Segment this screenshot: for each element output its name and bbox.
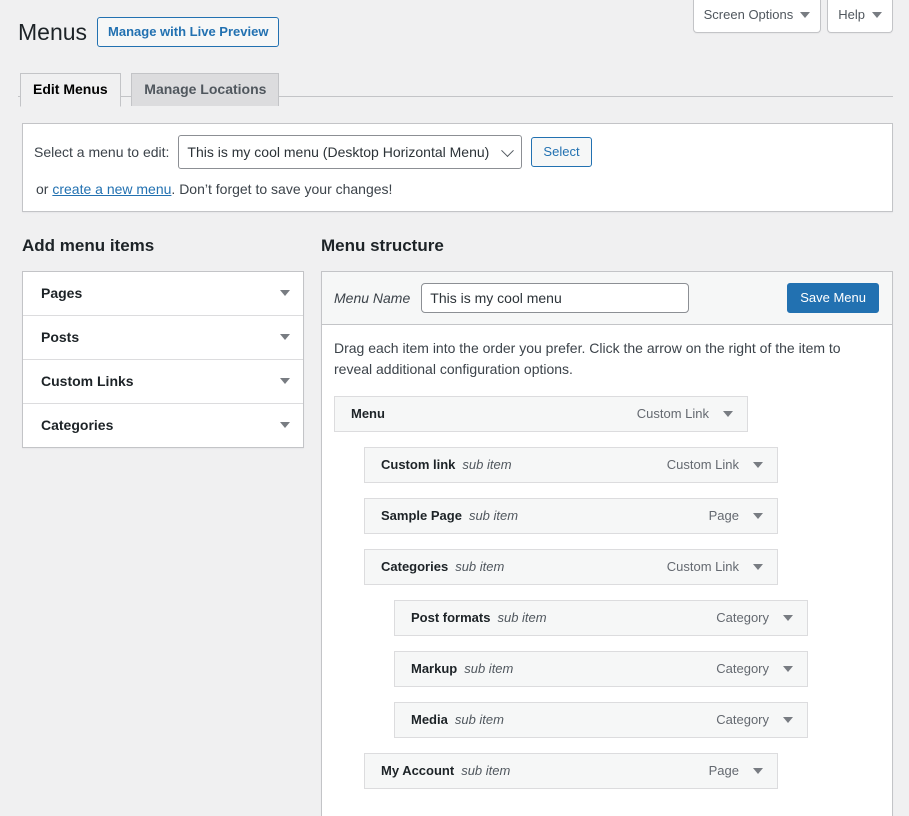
menu-item-title: Media: [411, 712, 448, 727]
menu-item-row[interactable]: Sample Page sub item Page: [364, 498, 778, 534]
menu-item-type: Page: [709, 508, 739, 523]
accordion-toggle-custom-links[interactable]: Custom Links: [23, 360, 303, 403]
menu-structure-column: Menu structure Menu Name Save Menu Drag …: [321, 234, 893, 816]
screen-options-button[interactable]: Screen Options: [693, 0, 822, 33]
select-menu-label: Select a menu to edit:: [34, 144, 169, 160]
chevron-down-icon: [753, 768, 763, 774]
menu-structure-panel: Menu Name Save Menu Drag each item into …: [321, 271, 893, 816]
menu-structure-header: Menu Name Save Menu: [322, 272, 892, 325]
menu-item-title: Markup: [411, 661, 457, 676]
chevron-down-icon: [783, 717, 793, 723]
chevron-down-icon: [753, 513, 763, 519]
accordion-label-pages: Pages: [41, 285, 82, 301]
menu-item-type: Custom Link: [637, 406, 709, 421]
nav-tab-wrapper: Edit Menus Manage Locations: [18, 63, 893, 97]
chevron-down-icon: [280, 378, 290, 384]
menu-item-expand-toggle[interactable]: [769, 601, 807, 635]
menu-item-expand-toggle[interactable]: [769, 652, 807, 686]
menu-item-title: Menu: [351, 406, 385, 421]
menu-name-input[interactable]: [421, 283, 689, 313]
menu-item-sub-label: sub item: [462, 457, 511, 472]
accordion-item-categories: Categories: [23, 404, 303, 447]
menu-item-type: Category: [716, 712, 769, 727]
menu-select-wrapper: This is my cool menu (Desktop Horizontal…: [178, 135, 522, 169]
chevron-down-icon: [753, 564, 763, 570]
menu-select-row: Select a menu to edit: This is my cool m…: [34, 135, 878, 169]
add-menu-items-column: Add menu items Pages Posts Custom Links: [22, 234, 304, 448]
drag-instructions: Drag each item into the order you prefer…: [334, 338, 854, 380]
menu-item-type: Custom Link: [667, 559, 739, 574]
menu-structure-body: Drag each item into the order you prefer…: [322, 325, 892, 816]
menu-item-row[interactable]: Media sub item Category: [394, 702, 808, 738]
accordion-toggle-categories[interactable]: Categories: [23, 404, 303, 447]
menu-item-sub-label: sub item: [464, 661, 513, 676]
menu-items-list: MenuCustom LinkCustom linksub itemCustom…: [334, 396, 878, 814]
menu-item-expand-toggle[interactable]: [739, 499, 777, 533]
manage-with-live-preview-button[interactable]: Manage with Live Preview: [97, 17, 279, 47]
menu-item-expand-toggle[interactable]: [709, 397, 747, 431]
accordion-label-categories: Categories: [41, 417, 113, 433]
add-menu-items-heading: Add menu items: [22, 234, 304, 258]
chevron-down-icon: [280, 334, 290, 340]
tab-manage-locations[interactable]: Manage Locations: [131, 73, 279, 107]
chevron-down-icon: [753, 462, 763, 468]
menu-item-type: Category: [716, 610, 769, 625]
menu-select-panel: Select a menu to edit: This is my cool m…: [22, 123, 893, 212]
menu-item-expand-toggle[interactable]: [739, 448, 777, 482]
chevron-down-icon: [800, 12, 810, 18]
page-title: Menus: [18, 9, 87, 52]
chevron-down-icon: [280, 422, 290, 428]
select-button[interactable]: Select: [531, 137, 591, 167]
menu-item-sub-label: sub item: [455, 559, 504, 574]
create-menu-hint: or create a new menu. Don’t forget to sa…: [36, 181, 878, 197]
menu-item-title: Categories: [381, 559, 448, 574]
menu-item-row[interactable]: Categories sub item Custom Link: [364, 549, 778, 585]
menu-item-row[interactable]: Menu Custom Link: [334, 396, 748, 432]
chevron-down-icon: [280, 290, 290, 296]
save-menu-button[interactable]: Save Menu: [787, 283, 879, 313]
create-a-new-menu-link[interactable]: create a new menu: [52, 181, 171, 197]
menu-item-row[interactable]: Markup sub item Category: [394, 651, 808, 687]
screen-options-label: Screen Options: [704, 5, 794, 26]
add-menu-items-accordion: Pages Posts Custom Links Categories: [22, 271, 304, 448]
tab-edit-menus[interactable]: Edit Menus: [20, 73, 121, 108]
menus-columns: Add menu items Pages Posts Custom Links: [22, 234, 893, 816]
menu-structure-heading: Menu structure: [321, 234, 893, 258]
menu-item-title: Custom link: [381, 457, 455, 472]
menu-item-expand-toggle[interactable]: [739, 550, 777, 584]
menu-item-title: Sample Page: [381, 508, 462, 523]
accordion-toggle-posts[interactable]: Posts: [23, 316, 303, 359]
menu-item-title: My Account: [381, 763, 454, 778]
save-changes-hint: . Don’t forget to save your changes!: [171, 181, 392, 197]
chevron-down-icon: [783, 666, 793, 672]
chevron-down-icon: [783, 615, 793, 621]
accordion-label-posts: Posts: [41, 329, 79, 345]
screen-meta-links: Screen Options Help: [693, 0, 893, 33]
chevron-down-icon: [872, 12, 882, 18]
menu-item-sub-label: sub item: [497, 610, 546, 625]
menu-item-expand-toggle[interactable]: [739, 754, 777, 788]
menu-item-sub-label: sub item: [461, 763, 510, 778]
help-label: Help: [838, 5, 865, 26]
menu-item-type: Custom Link: [667, 457, 739, 472]
help-button[interactable]: Help: [827, 0, 893, 33]
menu-item-row[interactable]: Post formats sub item Category: [394, 600, 808, 636]
menu-item-type: Page: [709, 763, 739, 778]
chevron-down-icon: [723, 411, 733, 417]
menu-item-sub-label: sub item: [469, 508, 518, 523]
menu-item-title: Post formats: [411, 610, 490, 625]
or-text: or: [36, 181, 52, 197]
menu-item-row[interactable]: Custom link sub item Custom Link: [364, 447, 778, 483]
accordion-item-posts: Posts: [23, 316, 303, 360]
accordion-item-custom-links: Custom Links: [23, 360, 303, 404]
menu-item-type: Category: [716, 661, 769, 676]
accordion-toggle-pages[interactable]: Pages: [23, 272, 303, 315]
menu-item-row[interactable]: My Account sub item Page: [364, 753, 778, 789]
menu-item-expand-toggle[interactable]: [769, 703, 807, 737]
accordion-item-pages: Pages: [23, 272, 303, 316]
menu-select-dropdown[interactable]: This is my cool menu (Desktop Horizontal…: [178, 135, 522, 169]
menu-item-sub-label: sub item: [455, 712, 504, 727]
accordion-label-custom-links: Custom Links: [41, 373, 134, 389]
menu-name-label: Menu Name: [334, 290, 410, 306]
